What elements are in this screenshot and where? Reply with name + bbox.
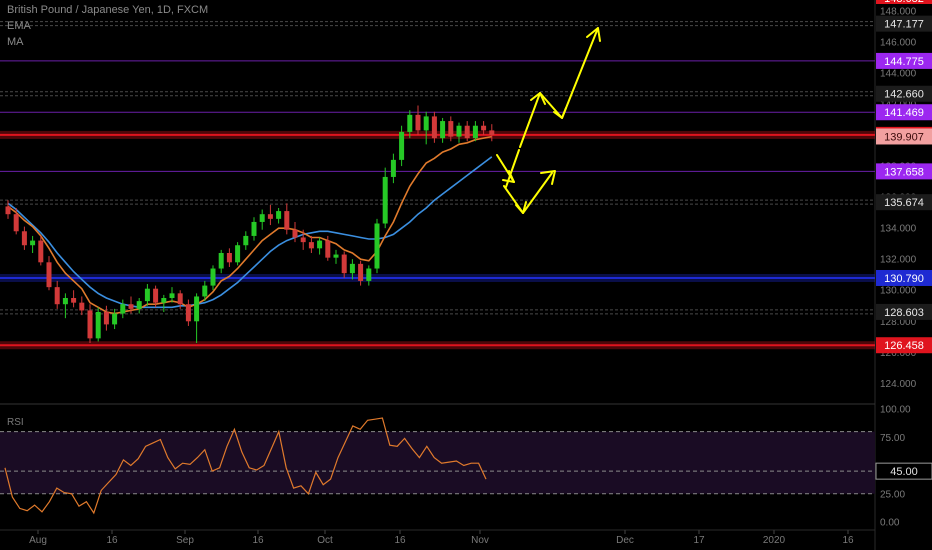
candle-body: [54, 287, 60, 305]
candle-body: [120, 304, 126, 314]
candle-body: [464, 125, 470, 139]
rsi-band-fill: [0, 431, 875, 494]
candle-body: [349, 263, 355, 274]
candle-body: [177, 293, 183, 305]
price-tick-label: 134.000: [880, 224, 917, 235]
candle-body: [202, 285, 208, 297]
candle-body: [144, 288, 150, 302]
price-badge-label: 126.458: [884, 340, 924, 352]
candle-body: [103, 311, 109, 325]
price-tick-label: 144.000: [880, 68, 917, 79]
price-badge-label: 147.177: [884, 19, 924, 31]
candle-body: [472, 125, 478, 139]
candle-body: [308, 242, 314, 249]
candle-body: [448, 121, 454, 137]
price-badge-label: 128.603: [884, 307, 924, 319]
candle-body: [95, 311, 101, 339]
candle-body: [226, 252, 232, 263]
legend-ema: EMA: [7, 20, 31, 32]
price-tick-label: 124.000: [880, 379, 917, 390]
candle-body: [325, 240, 331, 258]
time-tick-label: Sep: [176, 535, 194, 546]
candle-body: [243, 235, 249, 246]
price-badge-label: 130.790: [884, 273, 924, 285]
candle-body: [161, 298, 167, 303]
time-tick-label: 16: [394, 535, 406, 546]
rsi-tick-label: 25.00: [880, 489, 905, 500]
price-badge-label: 144.775: [884, 56, 924, 68]
legend-ma: MA: [7, 36, 24, 48]
candle-body: [38, 240, 44, 263]
candle-body: [128, 304, 134, 309]
candle-body: [235, 245, 241, 263]
candle-body: [5, 206, 11, 215]
time-tick-label: 16: [842, 535, 854, 546]
candle-body: [71, 298, 77, 303]
rsi-tick-label: 75.00: [880, 433, 905, 444]
time-tick-label: Nov: [471, 535, 489, 546]
candle-body: [13, 214, 19, 232]
candle-body: [79, 302, 85, 311]
candle-body: [185, 304, 191, 322]
candle-body: [21, 231, 27, 246]
candle-body: [358, 263, 364, 281]
candle-body: [374, 223, 380, 269]
candle-body: [87, 310, 93, 339]
price-tick-label: 146.000: [880, 37, 917, 48]
candle-body: [431, 116, 437, 139]
price-badge-label: 135.674: [884, 197, 924, 209]
time-tick-label: 2020: [763, 535, 786, 546]
candle-body: [489, 130, 495, 136]
candle-body: [169, 293, 175, 299]
price-badge-label: 141.469: [884, 107, 924, 119]
price-badge-label: 142.660: [884, 89, 924, 101]
price-badge-label: 139.907: [884, 131, 924, 143]
candle-body: [481, 125, 487, 131]
candle-body: [251, 221, 257, 236]
candle-body: [341, 254, 347, 274]
chart-canvas: 148.000146.000144.000142.000140.000138.0…: [0, 0, 932, 550]
candle-body: [382, 176, 388, 224]
chart-title: British Pound / Japanese Yen, 1D, FXCM: [7, 4, 209, 16]
candle-body: [333, 254, 339, 258]
candle-body: [136, 301, 142, 309]
candle-body: [366, 268, 372, 281]
rsi-current-label: 45.00: [890, 466, 918, 478]
time-tick-label: 16: [106, 535, 118, 546]
candle-body: [259, 214, 265, 222]
rsi-label: RSI: [7, 417, 24, 428]
time-tick-label: Aug: [29, 535, 47, 546]
price-badge-label: 137.658: [884, 166, 924, 178]
time-tick-label: 17: [693, 535, 705, 546]
candle-body: [284, 211, 290, 230]
candle-body: [276, 211, 282, 219]
candle-body: [399, 131, 405, 160]
time-tick-label: Dec: [616, 535, 634, 546]
candle-body: [30, 240, 36, 246]
candle-body: [317, 240, 323, 249]
rsi-tick-label: 100.00: [880, 405, 911, 416]
time-tick-label: Oct: [317, 535, 333, 546]
candle-body: [423, 116, 429, 131]
rsi-tick-label: 0.00: [880, 518, 900, 529]
candle-body: [407, 114, 413, 132]
candle-body: [153, 288, 159, 303]
candle-body: [46, 262, 52, 288]
candle-body: [440, 121, 446, 139]
candle-body: [390, 159, 396, 177]
candle-body: [112, 313, 118, 325]
candle-body: [267, 214, 273, 219]
price-tick-label: 132.000: [880, 255, 917, 266]
candle-body: [415, 114, 421, 131]
candle-body: [194, 296, 200, 322]
candle-body: [300, 237, 306, 243]
candle-body: [210, 268, 216, 286]
price-tick-label: 130.000: [880, 286, 917, 297]
candle-body: [456, 125, 462, 137]
candle-body: [218, 252, 224, 269]
price-badge-label: 148.682: [884, 0, 924, 5]
candle-body: [292, 229, 298, 238]
candle-body: [62, 298, 68, 305]
time-tick-label: 16: [252, 535, 264, 546]
